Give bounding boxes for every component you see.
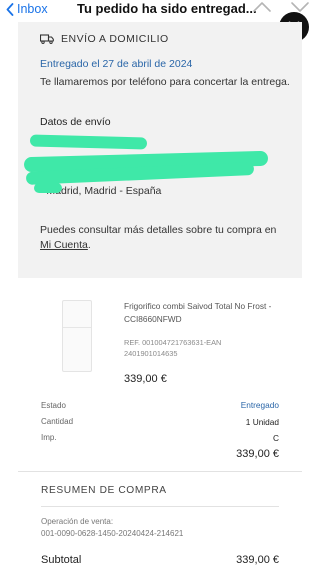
product-price: 339,00 € xyxy=(124,373,167,385)
quantity-value: 1 Unidad xyxy=(245,417,279,427)
shipping-data-label: Datos de envío xyxy=(40,116,111,128)
account-details-suffix: . xyxy=(87,239,91,251)
status-value: Entregado xyxy=(240,400,279,410)
back-to-inbox-button[interactable]: Inbox xyxy=(6,0,48,18)
back-label: Inbox xyxy=(17,2,48,16)
section-divider xyxy=(18,471,302,472)
status-label: Estado xyxy=(41,401,66,410)
subtotal-value: 339,00 € xyxy=(236,554,279,566)
subtotal-label: Subtotal xyxy=(41,554,82,566)
tax-value: C xyxy=(273,433,279,443)
account-details-prefix: Puedes consultar más detalles sobre tu c… xyxy=(40,224,277,236)
email-subject-title: Tu pedido ha sido entregad... xyxy=(77,1,257,16)
delivery-heading: ENVÍO A DOMICILIO xyxy=(40,33,169,45)
top-nav-bar: Inbox Tu pedido ha sido entregad... xyxy=(0,0,320,22)
my-account-link[interactable]: Mi Cuenta xyxy=(40,239,88,251)
redaction-mark xyxy=(34,183,62,193)
delivered-date: Entregado el 27 de abril de 2024 xyxy=(40,58,193,70)
fridge-product-image[interactable] xyxy=(62,300,92,372)
sale-operation-label: Operación de venta: xyxy=(41,517,114,526)
tax-label: Imp. xyxy=(41,433,57,442)
sale-operation-code: 001-0090-0628-1450-20240424-214621 xyxy=(41,529,184,538)
summary-divider xyxy=(41,506,279,507)
chevron-left-icon xyxy=(6,2,14,16)
phone-notice: Te llamaremos por teléfono para concerta… xyxy=(40,76,290,88)
delivery-heading-label: ENVÍO A DOMICILIO xyxy=(61,33,169,45)
truck-icon xyxy=(40,34,54,44)
product-name[interactable]: Frigorifico combi Saivod Total No Frost … xyxy=(124,300,274,325)
account-details-text: Puedes consultar más detalles sobre tu c… xyxy=(40,223,290,253)
line-total: 339,00 € xyxy=(236,448,279,460)
quantity-label: Cantidad xyxy=(41,417,74,426)
delivery-card: ENVÍO A DOMICILIO Entregado el 27 de abr… xyxy=(18,22,302,278)
chevron-up-icon[interactable] xyxy=(252,1,272,13)
product-reference: REF. 001004721763631-EAN 2401901014635 xyxy=(124,338,222,358)
purchase-summary-title: RESUMEN DE COMPRA xyxy=(41,485,167,496)
